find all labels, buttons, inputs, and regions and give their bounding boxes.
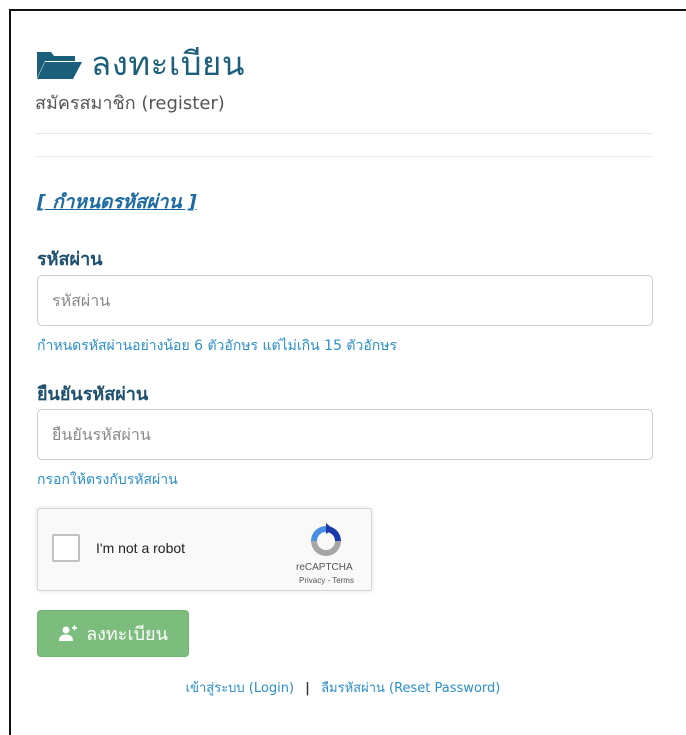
page-header: ลงทะเบียน [35,44,245,84]
recaptcha-brand: reCAPTCHA [296,562,353,573]
password-label: รหัสผ่าน [37,249,103,270]
page-title: ลงทะเบียน [91,44,245,83]
confirm-password-input[interactable] [37,409,653,460]
divider [35,133,653,134]
recaptcha-label: I'm not a robot [96,540,186,556]
register-button-label: ลงทะเบียน [86,624,168,645]
divider [35,156,653,157]
password-help-text: กำหนดรหัสผ่านอย่างน้อย 6 ตัวอักษร แต่ไม่… [37,338,398,354]
password-input[interactable] [37,275,653,326]
footer-separator: | [305,681,310,696]
folder-open-icon [37,52,82,79]
recaptcha-checkbox[interactable] [52,534,80,562]
register-button[interactable]: ลงทะเบียน [37,610,189,657]
confirm-password-label: ยืนยันรหัสผ่าน [37,384,149,405]
footer-links: เข้าสู่ระบบ (Login) | ลืมรหัสผ่าน (Reset… [0,677,686,698]
login-link[interactable]: เข้าสู่ระบบ (Login) [186,681,294,696]
confirm-password-help-text: กรอกให้ตรงกับรหัสผ่าน [37,472,178,488]
recaptcha-widget: I'm not a robot reCAPTCHA Privacy - Term… [37,508,372,591]
page-subtitle: สมัครสมาชิก (register) [35,93,225,114]
set-password-section-link[interactable]: [ กำหนดรหัสผ่าน ] [37,187,197,217]
reset-password-link[interactable]: ลืมรหัสผ่าน (Reset Password) [321,681,500,696]
recaptcha-logo-icon [311,523,341,556]
recaptcha-privacy-terms[interactable]: Privacy - Terms [299,576,354,585]
title-row: ลงทะเบียน [35,44,245,84]
user-add-icon [59,624,78,641]
